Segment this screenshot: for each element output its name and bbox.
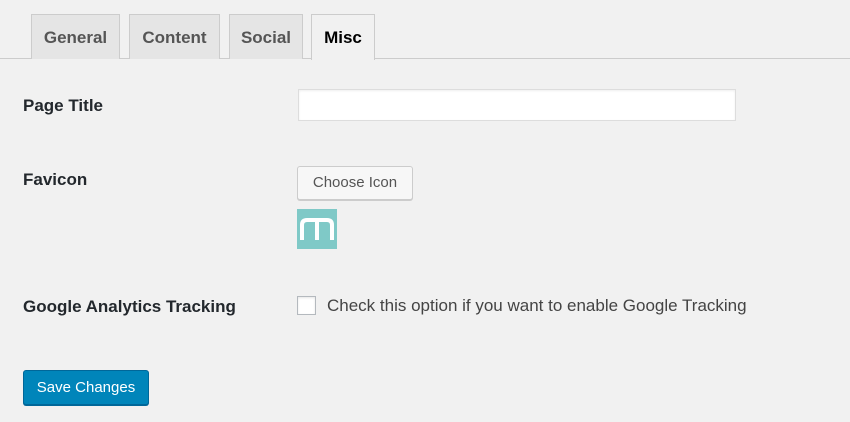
tab-misc[interactable]: Misc — [311, 14, 375, 60]
choose-icon-button[interactable]: Choose Icon — [297, 166, 413, 200]
tab-social[interactable]: Social — [229, 14, 303, 59]
save-changes-button[interactable]: Save Changes — [23, 370, 149, 405]
google-tracking-checkbox-text[interactable]: Check this option if you want to enable … — [327, 296, 747, 316]
tab-general[interactable]: General — [31, 14, 120, 59]
favicon-label: Favicon — [23, 170, 88, 189]
google-tracking-checkbox[interactable] — [297, 296, 316, 315]
settings-tabs: General Content Social Misc — [0, 0, 850, 60]
m-logo-icon — [297, 209, 337, 249]
tab-content[interactable]: Content — [129, 14, 220, 59]
google-analytics-label: Google Analytics Tracking — [23, 297, 236, 316]
favicon-preview — [297, 209, 337, 249]
page-title-label: Page Title — [23, 96, 103, 115]
page-title-input[interactable] — [298, 89, 736, 121]
misc-settings-page: General Content Social Misc Page Title F… — [0, 0, 850, 422]
